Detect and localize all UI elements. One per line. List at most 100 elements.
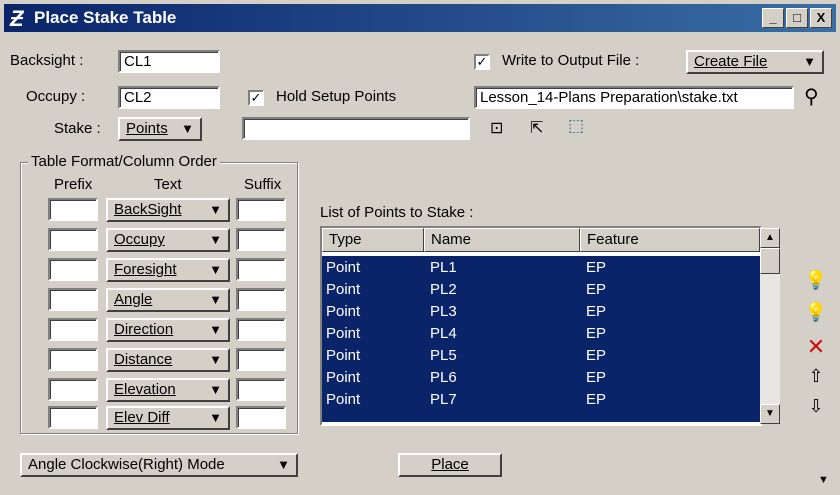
app-logo-icon: Ƶ xyxy=(10,6,24,31)
angle-mode-value: Angle Clockwise(Right) Mode xyxy=(28,456,225,473)
select-points-icon[interactable]: ⇱ xyxy=(530,118,543,138)
column-text-value: Elev Diff xyxy=(114,409,170,426)
list-item[interactable]: Point PL3 EP xyxy=(322,300,760,322)
hold-setup-checkbox[interactable]: ✓ xyxy=(248,90,264,106)
window-title: Place Stake Table xyxy=(34,8,177,27)
close-button[interactable]: X xyxy=(810,8,832,28)
prefix-field[interactable] xyxy=(48,228,98,251)
suffix-field[interactable] xyxy=(236,406,286,429)
point-name: PL6 xyxy=(430,369,457,386)
chevron-down-icon: ▼ xyxy=(209,382,222,397)
chevron-down-icon: ▼ xyxy=(277,457,290,472)
table-format-title: Table Format/Column Order xyxy=(28,153,220,170)
title-bar[interactable]: Ƶ Place Stake Table _ □ X xyxy=(4,4,836,32)
column-text-value: Angle xyxy=(114,291,153,308)
suffix-field[interactable] xyxy=(236,378,286,401)
list-header: Type Name Feature xyxy=(322,228,760,252)
point-feature: EP xyxy=(586,391,607,408)
suffix-field[interactable] xyxy=(236,198,286,221)
write-output-checkbox[interactable]: ✓ xyxy=(474,54,490,70)
text-header: Text xyxy=(154,176,182,193)
place-button-label: Place xyxy=(431,456,469,473)
point-name: PL2 xyxy=(430,281,457,298)
prefix-field[interactable] xyxy=(48,378,98,401)
column-header-type[interactable]: Type xyxy=(322,228,424,252)
column-text-dropdown[interactable]: Distance ▼ xyxy=(106,348,230,372)
column-text-dropdown[interactable]: Elevation ▼ xyxy=(106,378,230,402)
delete-icon[interactable]: ✕ xyxy=(804,334,828,360)
points-list-label: List of Points to Stake : xyxy=(320,204,474,221)
scroll-down-icon[interactable]: ▼ xyxy=(760,404,780,424)
suffix-field[interactable] xyxy=(236,258,286,281)
prefix-field[interactable] xyxy=(48,288,98,311)
list-item[interactable]: Point PL7 EP xyxy=(322,388,760,422)
column-text-dropdown[interactable]: Elev Diff ▼ xyxy=(106,406,230,430)
prefix-field[interactable] xyxy=(48,406,98,429)
add-point-icon[interactable]: ⊡ xyxy=(490,118,503,138)
prefix-field[interactable] xyxy=(48,348,98,371)
column-text-value: BackSight xyxy=(114,201,182,218)
remove-bulb-icon[interactable]: 💡 xyxy=(804,302,828,323)
prefix-field[interactable] xyxy=(48,258,98,281)
column-text-dropdown[interactable]: Foresight ▼ xyxy=(106,258,230,282)
stake-type-dropdown[interactable]: Points ▼ xyxy=(118,117,202,141)
pick-point-cursor-icon[interactable]: ⬚ xyxy=(568,116,584,136)
point-feature: EP xyxy=(586,259,607,276)
point-name: PL3 xyxy=(430,303,457,320)
stake-type-value: Points xyxy=(126,120,168,137)
point-type: Point xyxy=(326,325,361,342)
prefix-header: Prefix xyxy=(54,176,93,193)
more-chevron-icon[interactable]: ▼ xyxy=(818,474,829,486)
points-list[interactable]: Type Name Feature Point PL1 EP Point PL2 EP … xyxy=(320,226,762,426)
list-item[interactable]: Point PL6 EP xyxy=(322,366,760,388)
minimize-button[interactable]: _ xyxy=(762,8,784,28)
backsight-input[interactable]: CL1 xyxy=(118,50,220,73)
column-text-dropdown[interactable]: BackSight ▼ xyxy=(106,198,230,222)
point-feature: EP xyxy=(586,303,607,320)
chevron-down-icon: ▼ xyxy=(209,292,222,307)
add-bulb-icon[interactable]: 💡 xyxy=(804,270,828,291)
list-scrollbar[interactable]: ▲ ▼ xyxy=(760,228,780,424)
point-type: Point xyxy=(326,347,361,364)
suffix-field[interactable] xyxy=(236,348,286,371)
column-header-name[interactable]: Name xyxy=(424,228,580,252)
list-item[interactable]: Point PL4 EP xyxy=(322,322,760,344)
prefix-field[interactable] xyxy=(48,198,98,221)
move-up-icon[interactable]: ⇧ xyxy=(804,366,828,387)
output-mode-dropdown[interactable]: Create File ▼ xyxy=(686,50,824,74)
scroll-up-icon[interactable]: ▲ xyxy=(760,228,780,248)
chevron-down-icon: ▼ xyxy=(209,262,222,277)
prefix-field[interactable] xyxy=(48,318,98,341)
column-text-dropdown[interactable]: Direction ▼ xyxy=(106,318,230,342)
column-text-dropdown[interactable]: Occupy ▼ xyxy=(106,228,230,252)
scroll-thumb[interactable] xyxy=(760,248,780,274)
stake-point-input[interactable] xyxy=(242,117,470,140)
hold-setup-label: Hold Setup Points xyxy=(276,88,397,105)
point-name: PL1 xyxy=(430,259,457,276)
suffix-field[interactable] xyxy=(236,318,286,341)
chevron-down-icon: ▼ xyxy=(181,121,194,136)
occupy-input[interactable]: CL2 xyxy=(118,86,220,109)
suffix-field[interactable] xyxy=(236,288,286,311)
maximize-button[interactable]: □ xyxy=(786,8,808,28)
column-text-dropdown[interactable]: Angle ▼ xyxy=(106,288,230,312)
place-button[interactable]: Place xyxy=(398,453,502,477)
chevron-down-icon: ▼ xyxy=(803,54,816,69)
list-item[interactable]: Point PL1 EP xyxy=(322,256,760,278)
column-header-feature[interactable]: Feature xyxy=(580,228,760,252)
chevron-down-icon: ▼ xyxy=(209,322,222,337)
write-output-label: Write to Output File : xyxy=(502,52,640,69)
list-item[interactable]: Point PL2 EP xyxy=(322,278,760,300)
list-item[interactable]: Point PL5 EP xyxy=(322,344,760,366)
column-text-value: Foresight xyxy=(114,261,177,278)
point-type: Point xyxy=(326,369,361,386)
output-file-input[interactable]: Lesson_14-Plans Preparation\stake.txt xyxy=(474,86,794,109)
point-type: Point xyxy=(326,391,361,408)
angle-mode-dropdown[interactable]: Angle Clockwise(Right) Mode ▼ xyxy=(20,453,298,477)
search-icon[interactable]: ⚲ xyxy=(804,84,819,109)
move-down-icon[interactable]: ⇩ xyxy=(804,396,828,417)
column-text-value: Direction xyxy=(114,321,174,338)
suffix-field[interactable] xyxy=(236,228,286,251)
stake-label: Stake : xyxy=(54,120,101,137)
column-text-value: Elevation xyxy=(114,381,176,398)
